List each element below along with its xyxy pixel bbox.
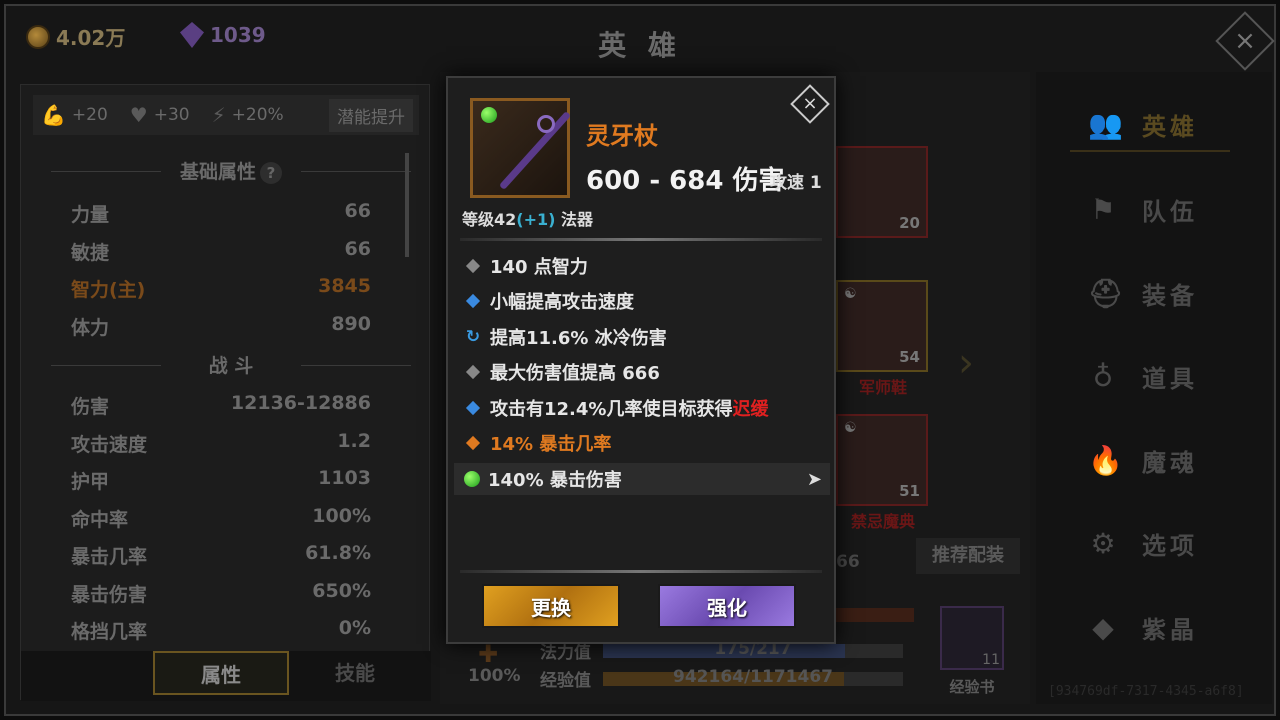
tab-attributes[interactable]: 属性	[153, 651, 289, 695]
flag-icon: ⚑	[1090, 192, 1120, 226]
diamond-bullet-icon	[465, 435, 481, 451]
close-icon: ×	[1234, 26, 1256, 56]
divider	[460, 238, 822, 241]
nav-equipment[interactable]: ⛑ 装备	[1070, 266, 1230, 320]
nav-amethyst[interactable]: ◆ 紫晶	[1070, 600, 1230, 654]
bag-icon: ♁	[1092, 359, 1118, 393]
scrollbar[interactable]	[405, 153, 409, 257]
heart-icon: ♥	[129, 103, 148, 127]
chevron-right-icon[interactable]: ›	[958, 340, 974, 386]
item-name: 灵牙杖	[586, 122, 658, 150]
affix-attack-speed: 小幅提高攻击速度	[462, 285, 826, 317]
item-attack-speed: 攻速 1	[770, 173, 822, 193]
lightning-icon: ⚡	[211, 103, 226, 127]
stat-strength: 力量 66	[71, 200, 371, 226]
combat-title: 战 斗	[51, 351, 411, 378]
affix-intelligence: 140 点智力	[462, 250, 826, 282]
slot-boots-name: 军师鞋	[858, 378, 907, 397]
watermark: [934769df-7317-4345-a6f8]	[1048, 684, 1244, 699]
divider	[460, 570, 822, 573]
stat-damage: 伤害 12136-12886	[71, 392, 371, 418]
stat-intelligence: 智力(主) 3845	[71, 275, 371, 301]
help-icon[interactable]: ?	[260, 162, 282, 184]
affix-slow: 攻击有12.4%几率使目标获得迟缓	[462, 392, 826, 424]
green-gem-icon	[481, 107, 497, 123]
diamond-bullet-icon	[465, 364, 481, 380]
staff-head-icon	[537, 115, 555, 133]
green-gem-icon	[464, 471, 480, 487]
stat-crit-damage: 暴击伤害 650%	[71, 580, 371, 606]
exp-row: 经验值 942164/1171467	[540, 666, 903, 691]
stats-panel: 💪 +20 ♥ +30 ⚡ +20% 潜能提升 基础属性? 力量 66 敏捷 66 智力(…	[20, 84, 431, 701]
diamond-bullet-icon	[465, 293, 481, 309]
stat-armor: 护甲 1103	[71, 467, 371, 493]
strength-bonus: 💪 +20	[41, 103, 108, 127]
item-level: 等级42(+1) 法器	[462, 210, 594, 229]
equipment-slot-boots[interactable]: ☯ 54	[836, 280, 928, 372]
tab-skills[interactable]: 技能	[287, 651, 423, 695]
stat-stamina: 体力 890	[71, 313, 371, 339]
stat-agility: 敏捷 66	[71, 238, 371, 264]
item-icon-frame	[470, 98, 572, 198]
exp-book-slot[interactable]: 11	[940, 606, 1004, 670]
arm-icon: 💪	[41, 103, 66, 127]
nav-options[interactable]: ⚙ 选项	[1070, 516, 1230, 570]
stat-hit-rate: 命中率 100%	[71, 505, 371, 531]
users-icon: 👥	[1088, 107, 1127, 141]
basic-attributes-title: 基础属性?	[51, 157, 411, 184]
reroll-icon: ↻	[465, 327, 481, 347]
energy-bonus: ⚡ +20%	[211, 103, 284, 127]
tooltip-close-button[interactable]: ×	[790, 84, 830, 124]
affix-cold-damage: ↻ 提高11.6% 冰冷伤害	[465, 327, 667, 349]
percent-value: 100%	[468, 666, 521, 686]
helmet-icon: ⛑	[1088, 276, 1128, 310]
stat-crit-chance: 暴击几率 61.8%	[71, 542, 371, 568]
yin-yang-icon: ☯	[844, 286, 857, 302]
stat-block-chance: 格挡几率 0%	[71, 617, 371, 643]
stat-attack-speed: 攻击速度 1.2	[71, 430, 371, 456]
nav-team[interactable]: ⚑ 队伍	[1070, 182, 1230, 236]
affix-max-damage: 最大伤害值提高 666	[462, 356, 826, 388]
top-bar: 4.02万 1039 英 雄 ×	[0, 0, 1280, 72]
page-title: 英 雄	[598, 29, 682, 62]
exp-bar: 942164/1171467	[603, 667, 903, 687]
diamond-bullet-icon	[465, 400, 481, 416]
item-damage: 600 - 684 伤害	[586, 166, 785, 196]
mana-bar: 175/217	[603, 639, 903, 659]
gem-icon: ◆	[1092, 610, 1118, 644]
bonus-bar: 💪 +20 ♥ +30 ⚡ +20% 潜能提升	[33, 95, 419, 135]
affix-crit-chance: 14% 暴击几率	[462, 427, 826, 459]
equipment-slot-offhand[interactable]: ☯ 51	[836, 414, 928, 506]
yin-yang-icon: ☯	[844, 420, 857, 436]
nav-items[interactable]: ♁ 道具	[1070, 349, 1230, 403]
gear-icon: ⚙	[1090, 526, 1120, 560]
health-bonus: ♥ +30	[129, 103, 190, 127]
tab-bar: 属性 技能	[21, 651, 431, 701]
staff-icon	[498, 111, 572, 190]
enhance-button[interactable]: 强化	[658, 584, 796, 628]
slot-offhand-name: 禁忌魔典	[850, 512, 915, 531]
chevron-right-icon: ➤	[806, 468, 822, 490]
swap-button[interactable]: 更换	[482, 584, 620, 628]
recommend-gear-button[interactable]: 推荐配装	[916, 538, 1020, 574]
close-icon: ×	[802, 93, 818, 114]
nav-hero[interactable]: 👥 英雄	[1070, 98, 1230, 152]
potential-button[interactable]: 潜能提升	[329, 98, 413, 132]
affix-crit-damage[interactable]: 140% 暴击伤害 ➤	[454, 463, 830, 495]
partial-number: 66	[836, 552, 860, 572]
cross-icon: ✚	[478, 640, 499, 668]
equipment-slot-armor[interactable]: 20	[836, 146, 928, 238]
nav-soul[interactable]: 🔥 魔魂	[1070, 433, 1230, 487]
item-tooltip: × 灵牙杖 600 - 684 伤害 攻速 1 等级42(+1) 法器 140 …	[446, 76, 836, 644]
flame-icon: 🔥	[1088, 443, 1127, 477]
diamond-bullet-icon	[465, 258, 481, 274]
exp-book-label: 经验书	[949, 678, 995, 696]
